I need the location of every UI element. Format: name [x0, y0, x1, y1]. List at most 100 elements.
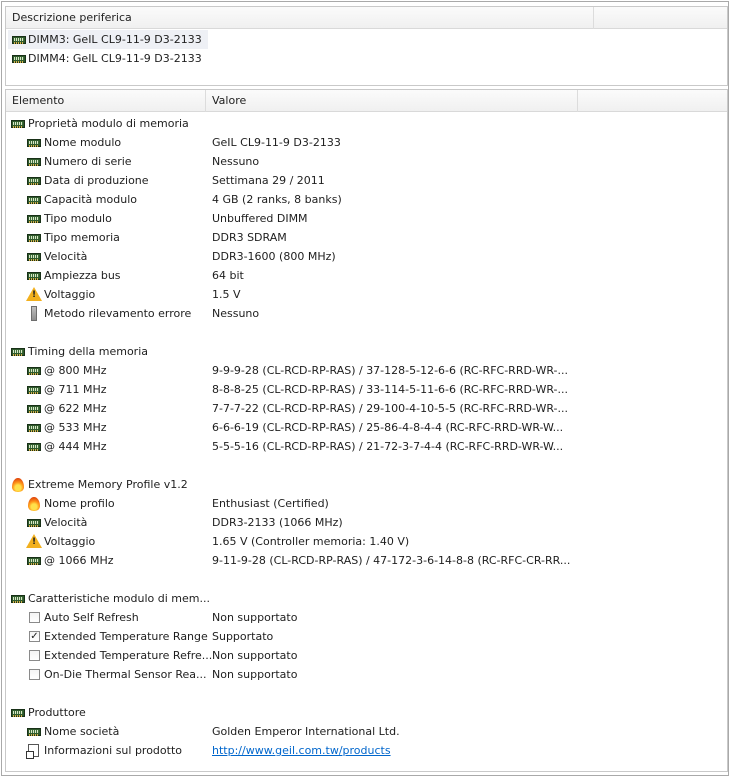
property-row[interactable]: @ 1066 MHz 9-11-9-28 (CL-RCD-RP-RAS) / 47… — [6, 551, 727, 570]
memory-module-icon — [26, 209, 42, 228]
property-row[interactable]: @ 444 MHz 5-5-5-16 (CL-RCD-RP-RAS) / 21-7… — [6, 437, 727, 456]
property-row[interactable]: On-Die Thermal Sensor Rea... Non supporta… — [6, 665, 727, 684]
section-header[interactable]: Timing della memoria — [6, 342, 727, 361]
checkbox-unchecked-icon — [26, 646, 42, 665]
property-value: 6-6-6-19 (CL-RCD-RP-RAS) / 25-86-4-8-4-4… — [212, 421, 564, 434]
property-value: 1.65 V (Controller memoria: 1.40 V) — [212, 535, 410, 548]
section-title: Caratteristiche modulo di mem... — [28, 592, 210, 605]
section-title: Produttore — [28, 706, 86, 719]
property-row[interactable]: @ 622 MHz 7-7-7-22 (CL-RCD-RP-RAS) / 29-1… — [6, 399, 727, 418]
property-label: Metodo rilevamento errore — [44, 307, 192, 320]
property-row[interactable]: Nome profilo Enthusiast (Certified) — [6, 494, 727, 513]
app-frame: Descrizione periferica DIMM3: GeIL CL9-1… — [1, 1, 729, 776]
checkbox-checked-icon: ✓ — [29, 631, 40, 642]
property-row[interactable]: Ampiezza bus 64 bit — [6, 266, 727, 285]
property-list-header: Elemento Valore — [6, 90, 727, 112]
device-item-dimm3[interactable]: DIMM3: GeIL CL9-11-9 D3-2133 — [8, 30, 208, 49]
memory-module-icon — [26, 190, 42, 209]
property-row[interactable]: Capacità modulo 4 GB (2 ranks, 8 banks) — [6, 190, 727, 209]
document-link-icon — [26, 741, 42, 760]
property-value: DDR3 SDRAM — [212, 231, 287, 244]
memory-module-icon — [26, 551, 42, 570]
column-header-value[interactable]: Valore — [206, 90, 578, 112]
property-row[interactable]: Velocità DDR3-1600 (800 MHz) — [6, 247, 727, 266]
property-row[interactable]: Extended Temperature Refre... Non support… — [6, 646, 727, 665]
memory-module-icon — [12, 36, 26, 44]
property-row[interactable]: Tipo modulo Unbuffered DIMM — [6, 209, 727, 228]
memory-module-icon — [12, 55, 26, 63]
section-header[interactable]: Proprietà modulo di memoria — [6, 114, 727, 133]
memory-module-icon — [26, 418, 42, 437]
property-label: Nome profilo — [44, 497, 115, 510]
property-row[interactable]: Informazioni sul prodotto http://www.geil… — [6, 741, 727, 760]
property-label: @ 533 MHz — [44, 421, 107, 434]
warning-icon: ! — [26, 285, 42, 304]
section-header[interactable]: Extreme Memory Profile v1.2 — [6, 475, 727, 494]
device-list-header: Descrizione periferica — [6, 7, 727, 29]
memory-module-icon — [26, 228, 42, 247]
memory-module-icon — [10, 114, 26, 133]
property-value: 9-11-9-28 (CL-RCD-RP-RAS) / 47-172-3-6-1… — [212, 554, 571, 567]
property-value: Nessuno — [212, 307, 260, 320]
product-info-link[interactable]: http://www.geil.com.tw/products — [212, 741, 391, 760]
section-title: Timing della memoria — [28, 345, 149, 358]
property-label: Tipo memoria — [44, 231, 120, 244]
property-label: Extended Temperature Refre... — [44, 649, 213, 662]
property-row[interactable]: Data di produzione Settimana 29 / 2011 — [6, 171, 727, 190]
property-value: Settimana 29 / 2011 — [212, 174, 325, 187]
property-label: On-Die Thermal Sensor Rea... — [44, 668, 207, 681]
property-row[interactable]: Velocità DDR3-2133 (1066 MHz) — [6, 513, 727, 532]
property-label: Auto Self Refresh — [44, 611, 139, 624]
device-label: DIMM3: GeIL CL9-11-9 D3-2133 — [28, 33, 202, 46]
memory-module-icon — [26, 437, 42, 456]
property-label: @ 622 MHz — [44, 402, 107, 415]
property-row[interactable]: @ 800 MHz 9-9-9-28 (CL-RCD-RP-RAS) / 37-1… — [6, 361, 727, 380]
property-row[interactable]: Auto Self Refresh Non supportato — [6, 608, 727, 627]
property-value: 8-8-8-25 (CL-RCD-RP-RAS) / 33-114-5-11-6… — [212, 383, 568, 396]
memory-module-icon — [10, 342, 26, 361]
property-label: Voltaggio — [44, 535, 96, 548]
property-label: Tipo modulo — [44, 212, 112, 225]
column-header-device-description[interactable]: Descrizione periferica — [6, 7, 594, 29]
property-row[interactable]: ! Voltaggio 1.5 V — [6, 285, 727, 304]
property-value: 9-9-9-28 (CL-RCD-RP-RAS) / 37-128-5-12-6… — [212, 364, 568, 377]
memory-module-icon — [26, 513, 42, 532]
property-label: Capacità modulo — [44, 193, 137, 206]
property-value: 7-7-7-22 (CL-RCD-RP-RAS) / 29-100-4-10-5… — [212, 402, 568, 415]
column-header-element[interactable]: Elemento — [6, 90, 206, 112]
property-value: Supportato — [212, 630, 274, 643]
section-header[interactable]: Produttore — [6, 703, 727, 722]
memory-module-icon — [10, 589, 26, 608]
property-label: @ 1066 MHz — [44, 554, 114, 567]
device-item-dimm4[interactable]: DIMM4: GeIL CL9-11-9 D3-2133 — [8, 49, 208, 68]
property-row[interactable]: ✓ Extended Temperature Range Supportato — [6, 627, 727, 646]
property-label: @ 711 MHz — [44, 383, 107, 396]
property-value: 64 bit — [212, 269, 244, 282]
property-row[interactable]: @ 711 MHz 8-8-8-25 (CL-RCD-RP-RAS) / 33-1… — [6, 380, 727, 399]
property-value: GeIL CL9-11-9 D3-2133 — [212, 136, 341, 149]
property-label: Informazioni sul prodotto — [44, 744, 183, 757]
property-row[interactable]: Numero di serie Nessuno — [6, 152, 727, 171]
property-row[interactable]: Metodo rilevamento errore Nessuno — [6, 304, 727, 323]
property-label: Extended Temperature Range — [44, 630, 208, 643]
memory-module-icon — [26, 171, 42, 190]
property-value: DDR3-2133 (1066 MHz) — [212, 516, 343, 529]
property-row[interactable]: Nome modulo GeIL CL9-11-9 D3-2133 — [6, 133, 727, 152]
property-row[interactable]: Nome società Golden Emperor International… — [6, 722, 727, 741]
memory-module-icon — [26, 247, 42, 266]
property-row[interactable]: @ 533 MHz 6-6-6-19 (CL-RCD-RP-RAS) / 25-8… — [6, 418, 727, 437]
property-row[interactable]: ! Voltaggio 1.65 V (Controller memoria: 1.… — [6, 532, 727, 551]
property-value: Non supportato — [212, 649, 298, 662]
property-label: Nome modulo — [44, 136, 122, 149]
device-label: DIMM4: GeIL CL9-11-9 D3-2133 — [28, 52, 202, 65]
memory-module-icon — [26, 399, 42, 418]
section-title: Extreme Memory Profile v1.2 — [28, 478, 188, 491]
section-title: Proprietà modulo di memoria — [28, 117, 189, 130]
property-value: 1.5 V — [212, 288, 241, 301]
property-value: Nessuno — [212, 155, 260, 168]
property-label: Voltaggio — [44, 288, 96, 301]
property-row[interactable]: Tipo memoria DDR3 SDRAM — [6, 228, 727, 247]
memory-module-icon — [26, 266, 42, 285]
property-value: DDR3-1600 (800 MHz) — [212, 250, 336, 263]
section-header[interactable]: Caratteristiche modulo di mem... — [6, 589, 727, 608]
